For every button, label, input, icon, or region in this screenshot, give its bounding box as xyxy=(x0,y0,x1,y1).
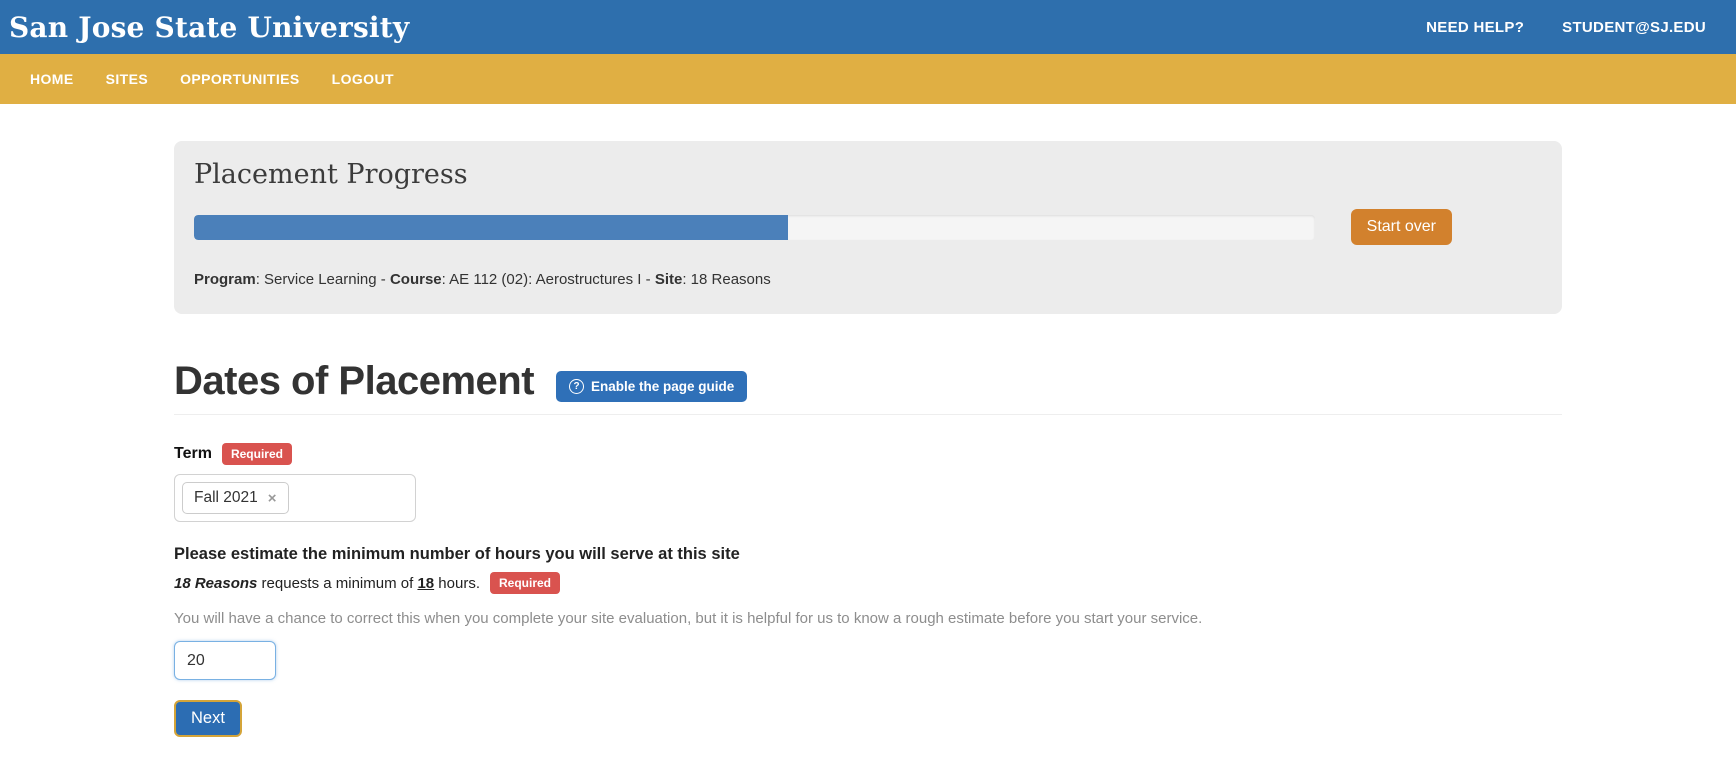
placement-summary: Program: Service Learning - Course: AE 1… xyxy=(194,271,1542,288)
top-header-bar: San Jose State University NEED HELP? STU… xyxy=(0,0,1736,54)
page-header: Dates of Placement ? Enable the page gui… xyxy=(174,359,1562,415)
course-label: Course xyxy=(390,271,442,288)
program-label: Program xyxy=(194,271,256,288)
term-tag-label: Fall 2021 xyxy=(194,489,258,507)
main-nav: HOME SITES OPPORTUNITIES LOGOUT xyxy=(0,54,1736,104)
placement-progress-panel: Placement Progress Start over Program: S… xyxy=(174,141,1562,314)
hours-input[interactable] xyxy=(174,641,276,680)
remove-tag-icon[interactable]: × xyxy=(268,491,277,506)
enable-page-guide-button[interactable]: ? Enable the page guide xyxy=(556,371,747,402)
nav-item-logout[interactable]: LOGOUT xyxy=(316,71,410,87)
university-title: San Jose State University xyxy=(9,11,1426,44)
site-label: Site xyxy=(655,271,683,288)
placement-progress-title: Placement Progress xyxy=(194,159,1542,190)
nav-item-home[interactable]: HOME xyxy=(14,71,90,87)
progress-bar-fill xyxy=(194,215,788,240)
term-selected-tag: Fall 2021 × xyxy=(182,482,289,514)
hours-helper-text: You will have a chance to correct this w… xyxy=(174,610,1562,627)
term-label: Term xyxy=(174,445,212,463)
term-field-section: Term Required Fall 2021 × xyxy=(174,443,1562,522)
nav-item-opportunities[interactable]: OPPORTUNITIES xyxy=(164,71,316,87)
nav-item-sites[interactable]: SITES xyxy=(90,71,164,87)
progress-row: Start over xyxy=(194,209,1542,245)
term-select[interactable]: Fall 2021 × xyxy=(174,474,416,522)
site-value: 18 Reasons xyxy=(691,271,771,288)
program-value: Service Learning xyxy=(264,271,377,288)
hours-question-label: Please estimate the minimum number of ho… xyxy=(174,545,1562,564)
need-help-link[interactable]: NEED HELP? xyxy=(1426,19,1524,36)
topbar-links: NEED HELP? STUDENT@SJ.EDU xyxy=(1426,19,1706,36)
hours-requirement-line: 18 Reasons requests a minimum of 18 hour… xyxy=(174,572,1562,594)
term-required-badge: Required xyxy=(222,443,292,465)
account-link[interactable]: STUDENT@SJ.EDU xyxy=(1562,19,1706,36)
page-container: Placement Progress Start over Program: S… xyxy=(174,141,1562,737)
page-guide-label: Enable the page guide xyxy=(591,379,734,394)
term-label-row: Term Required xyxy=(174,443,1562,465)
start-over-button[interactable]: Start over xyxy=(1351,209,1452,245)
course-value: AE 112 (02): Aerostructures I xyxy=(449,271,641,288)
page-title: Dates of Placement xyxy=(174,359,534,404)
hours-site-name: 18 Reasons xyxy=(174,575,257,592)
hours-required-badge: Required xyxy=(490,572,560,594)
progress-bar xyxy=(194,215,1315,240)
next-button[interactable]: Next xyxy=(174,700,242,737)
minimum-hours-value: 18 xyxy=(417,575,434,592)
question-circle-icon: ? xyxy=(569,379,584,394)
